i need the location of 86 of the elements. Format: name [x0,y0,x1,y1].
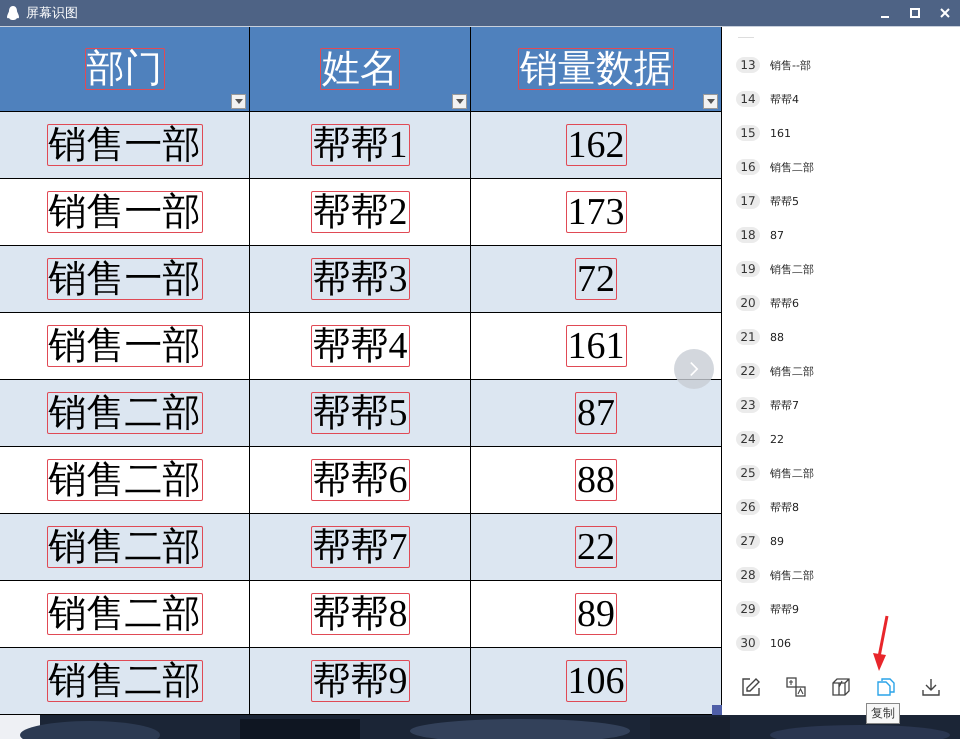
result-text: 帮帮7 [770,398,799,412]
cube-icon [830,677,851,697]
result-text: 销售二部 [770,160,814,174]
line-number: 30 [736,635,760,651]
result-text: 销售二部 [770,364,814,378]
cell-text: 161 [566,325,626,367]
pencil-icon [740,677,761,697]
line-number: 16 [736,159,760,175]
line-number: 13 [736,57,760,73]
line-number: 28 [736,567,760,583]
line-number: 15 [736,125,760,141]
cell-text: 帮帮1 [310,124,410,166]
cell-text: 帮帮7 [310,526,410,568]
result-text: 帮帮9 [770,602,799,616]
line-number: 27 [736,533,760,549]
line-number: 19 [736,261,760,277]
result-text: 89 [770,534,784,548]
minimize-icon [881,16,889,18]
resize-handle[interactable] [712,705,722,715]
cell-text: 帮帮4 [310,325,410,367]
line-number: 20 [736,295,760,311]
caret-icon [706,99,714,104]
line-number: 24 [736,431,760,447]
result-text: 帮帮8 [770,500,799,514]
cell-text: 89 [575,593,617,635]
cell-text: 销售一部 [46,325,202,367]
line-number: 23 [736,397,760,413]
line-number: 22 [736,363,760,379]
window-title: 屏幕识图 [26,5,78,22]
result-text: 销售二部 [770,466,814,480]
cell-text: 162 [566,124,626,166]
cell-text: 销售二部 [46,593,202,635]
cell-text: 销售一部 [46,124,202,166]
cell-text: 帮帮9 [310,660,410,702]
cell-text: 帮帮5 [310,392,410,434]
line-number: 17 [736,193,760,209]
result-text: 销售二部 [770,568,814,582]
result-text: 22 [770,432,784,446]
cell-text: 106 [566,660,626,702]
cell-text: 销售一部 [46,191,202,233]
line-number: 29 [736,601,760,617]
maximize-icon [909,7,921,19]
cell-text: 销售二部 [46,660,202,702]
result-text: 帮帮4 [770,92,799,106]
cell-text: 帮帮6 [310,459,410,501]
cell-text: 72 [575,258,617,300]
translate-icon [786,677,806,697]
cell-text: 帮帮3 [310,258,410,300]
chevron-icon [689,361,699,377]
penguin-icon [6,5,20,21]
cell-text: 帮帮2 [310,191,410,233]
caret-icon [234,99,242,104]
result-text: 87 [770,228,784,242]
cell-text: 帮帮8 [310,593,410,635]
tooltip: 复制 [866,703,900,724]
result-text: 88 [770,330,784,344]
header-text: 销量数据 [518,48,674,90]
cell-text: 销售二部 [46,526,202,568]
caret-icon [456,99,464,104]
line-number: 18 [736,227,760,243]
result-text: 销售--部 [770,58,811,72]
cell-text: 销售二部 [46,459,202,501]
filter-dropdown-button[interactable] [452,94,467,109]
line-number: 25 [736,465,760,481]
filter-dropdown-button[interactable] [231,94,246,109]
cell-text: 87 [575,392,617,434]
result-text: 帮帮6 [770,296,799,310]
header-text: 部门 [84,48,164,90]
result-text: 销售二部 [770,262,814,276]
cell-text: 22 [575,526,617,568]
cell-text: 88 [575,459,617,501]
line-number: 14 [736,91,760,107]
header-text: 姓名 [320,48,400,90]
result-text: 帮帮5 [770,194,799,208]
close-icon [939,7,951,19]
copy-icon [876,677,896,697]
result-text: 161 [770,126,791,140]
cell-text: 173 [566,191,626,233]
line-number: 26 [736,499,760,515]
line-number: 21 [736,329,760,345]
cell-text: 销售一部 [46,258,202,300]
cell-text: 销售二部 [46,392,202,434]
download-icon [921,677,942,697]
arrow-icon [870,615,890,671]
result-text: 106 [770,636,791,650]
filter-dropdown-button[interactable] [703,94,718,109]
